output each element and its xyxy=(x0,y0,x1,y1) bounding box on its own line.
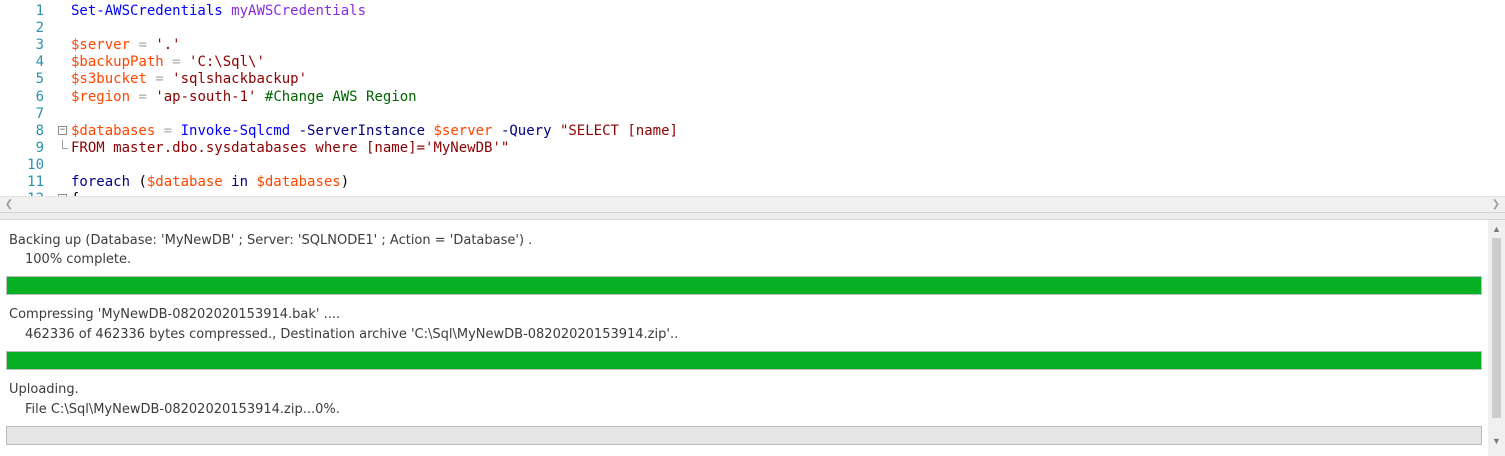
chevron-right-icon[interactable]: ❯ xyxy=(1489,198,1503,212)
code-token: '.' xyxy=(155,37,181,54)
code-token: ) xyxy=(340,174,350,190)
editor-horizontal-scrollbar[interactable]: ❮ ❯ xyxy=(0,196,1505,213)
backup-progress-bar xyxy=(6,276,1482,295)
code-token: Invoke-Sqlcmd xyxy=(180,122,291,139)
code-line[interactable]: 2 xyxy=(0,20,1505,37)
code-line[interactable]: 11 foreach ($database in $databases) xyxy=(0,174,1505,191)
code-token: myAWSCredentials xyxy=(231,3,367,19)
code-line[interactable]: 5 $s3bucket = 'sqlshackbackup' xyxy=(0,71,1505,88)
code-token: = xyxy=(155,122,181,139)
compress-progress-fill xyxy=(7,352,1481,369)
code-line[interactable]: 9 FROM master.dbo.sysdatabases where [nam… xyxy=(0,139,1505,157)
code-text: $region = 'ap-south-1' #Change AWS Regio… xyxy=(71,89,417,106)
code-line[interactable]: 6 $region = 'ap-south-1' #Change AWS Regi… xyxy=(0,89,1505,106)
line-number: 6 xyxy=(35,88,44,105)
output-console: Backing up (Database: 'MyNewDB' ; Server… xyxy=(0,220,1488,456)
code-line[interactable]: 3 $server = '.' xyxy=(0,37,1505,54)
code-text: Set-AWSCredentials myAWSCredentials xyxy=(71,3,366,20)
code-token: $databases xyxy=(256,174,341,190)
code-line[interactable]: 8 − $databases = Invoke-Sqlcmd -ServerInst… xyxy=(0,123,1505,140)
fold-end-marker xyxy=(62,147,68,149)
code-line[interactable]: 10 xyxy=(0,157,1505,174)
line-number: 10 xyxy=(27,156,44,173)
chevron-down-icon[interactable]: ▼ xyxy=(1491,436,1502,447)
code-token: in xyxy=(222,174,257,190)
code-token: MyNewDB xyxy=(433,139,493,156)
upload-message: Uploading. xyxy=(9,382,79,397)
line-number: 7 xyxy=(35,105,44,122)
backup-detail: 100% complete. xyxy=(25,252,132,267)
code-token: 'sqlshackbackup' xyxy=(172,71,308,88)
code-text: foreach ($database in $databases) xyxy=(71,174,349,191)
code-text: FROM master.dbo.sysdatabases where [name… xyxy=(71,140,509,157)
script-editor[interactable]: 1 Set-AWSCredentials myAWSCredentials 2 3 $s… xyxy=(0,0,1505,196)
code-token: $region xyxy=(71,88,131,105)
line-number: 9 xyxy=(35,139,44,156)
code-token: = xyxy=(163,54,190,71)
code-token: $s3bucket xyxy=(71,71,147,88)
upload-progress-bar xyxy=(6,426,1482,445)
code-token: -ServerInstance xyxy=(298,122,426,139)
code-text: $databases = Invoke-Sqlcmd -ServerInstan… xyxy=(71,123,678,140)
code-token: foreach xyxy=(71,174,131,190)
chevron-up-icon[interactable]: ▲ xyxy=(1491,224,1502,235)
code-text: $server = '.' xyxy=(71,37,181,54)
code-text: $s3bucket = 'sqlshackbackup' xyxy=(71,71,307,88)
scrollbar-thumb[interactable] xyxy=(1492,238,1501,418)
line-number: 11 xyxy=(27,174,44,190)
code-token: = xyxy=(130,37,156,54)
backup-message: Backing up (Database: 'MyNewDB' ; Server… xyxy=(9,233,533,248)
code-token: $backupPath xyxy=(71,54,164,71)
code-token: = xyxy=(146,71,173,88)
line-number: 8 xyxy=(35,122,44,139)
code-token: "SELECT [name] xyxy=(551,122,678,139)
line-number: 5 xyxy=(35,71,44,88)
backup-progress-fill xyxy=(7,277,1481,294)
code-token: 'C:\Sql\' xyxy=(189,54,265,71)
code-token: $server xyxy=(71,37,131,54)
code-token: FROM master.dbo.sysdatabases where [name… xyxy=(71,139,434,156)
fold-collapse-icon[interactable]: − xyxy=(58,125,67,135)
chevron-left-icon[interactable]: ❮ xyxy=(2,198,16,212)
code-token: $database xyxy=(146,174,223,190)
code-token: #Change AWS Region xyxy=(256,88,417,105)
line-number: 2 xyxy=(35,20,44,37)
code-token: '" xyxy=(492,139,510,156)
line-number: 1 xyxy=(35,3,44,19)
compress-message: Compressing 'MyNewDB-08202020153914.bak'… xyxy=(9,307,341,322)
output-vertical-scrollbar[interactable]: ▲ ▼ xyxy=(1488,220,1505,456)
code-token: $databases xyxy=(71,122,156,139)
code-token: = xyxy=(130,88,156,105)
line-number: 3 xyxy=(35,37,44,54)
compress-progress-bar xyxy=(6,351,1482,370)
code-token: 'ap-south-1' xyxy=(155,88,257,105)
code-text: $backupPath = 'C:\Sql\' xyxy=(71,54,265,71)
code-line[interactable]: 7 xyxy=(0,106,1505,123)
line-number: 4 xyxy=(35,54,44,71)
code-token: Set-AWSCredentials xyxy=(71,3,223,19)
code-line[interactable]: 4 $backupPath = 'C:\Sql\' xyxy=(0,54,1505,71)
code-line[interactable]: 1 Set-AWSCredentials myAWSCredentials xyxy=(0,3,1505,20)
pane-splitter[interactable] xyxy=(0,212,1505,220)
code-token: ( xyxy=(130,174,147,190)
upload-detail: File C:\Sql\MyNewDB-08202020153914.zip..… xyxy=(25,402,340,417)
code-token: $server xyxy=(433,122,493,139)
compress-detail: 462336 of 462336 bytes compressed., Dest… xyxy=(25,327,679,342)
code-token: -Query xyxy=(500,122,552,139)
